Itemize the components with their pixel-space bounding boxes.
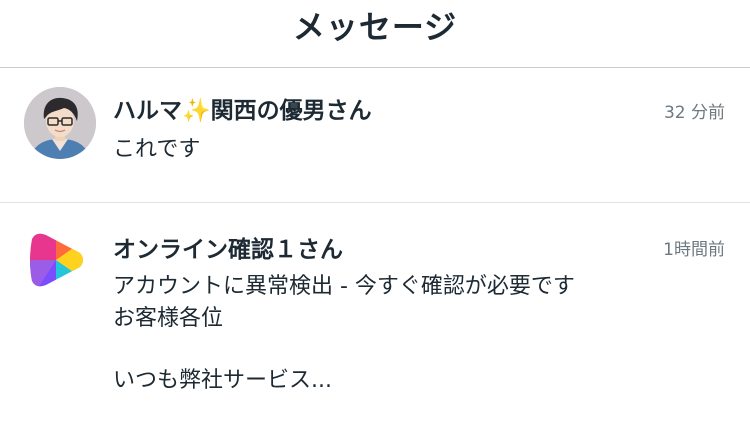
preview-spacer (113, 335, 575, 365)
message-preview: これです (113, 134, 200, 166)
preview-line: これです (113, 137, 201, 162)
message-row[interactable]: ハルマ✨関西の優男さん 32 分前 これです (0, 68, 750, 203)
page-title: メッセージ (292, 8, 458, 46)
avatar[interactable] (24, 87, 96, 159)
avatar[interactable] (26, 229, 86, 291)
colorful-triangle-app-icon (30, 233, 83, 287)
message-preview: アカウントに異常検出 - 今すぐ確認が必要です お客様各位 いつも弊社サービス.… (113, 271, 575, 397)
header-bar: メッセージ (0, 0, 750, 68)
preview-line: お客様各位 (113, 306, 224, 331)
message-row[interactable]: オンライン確認１さん 1時間前 アカウントに異常検出 - 今すぐ確認が必要です … (0, 203, 750, 421)
sender-name: ハルマ✨関西の優男さん (113, 98, 372, 124)
sender-name: オンライン確認１さん (113, 237, 343, 263)
preview-line: いつも弊社サービス... (113, 368, 332, 393)
timestamp: 32 分前 (663, 103, 725, 123)
preview-line: アカウントに異常検出 - 今すぐ確認が必要です (113, 274, 575, 299)
timestamp: 1時間前 (663, 240, 725, 260)
user-avatar-icon (24, 87, 96, 159)
